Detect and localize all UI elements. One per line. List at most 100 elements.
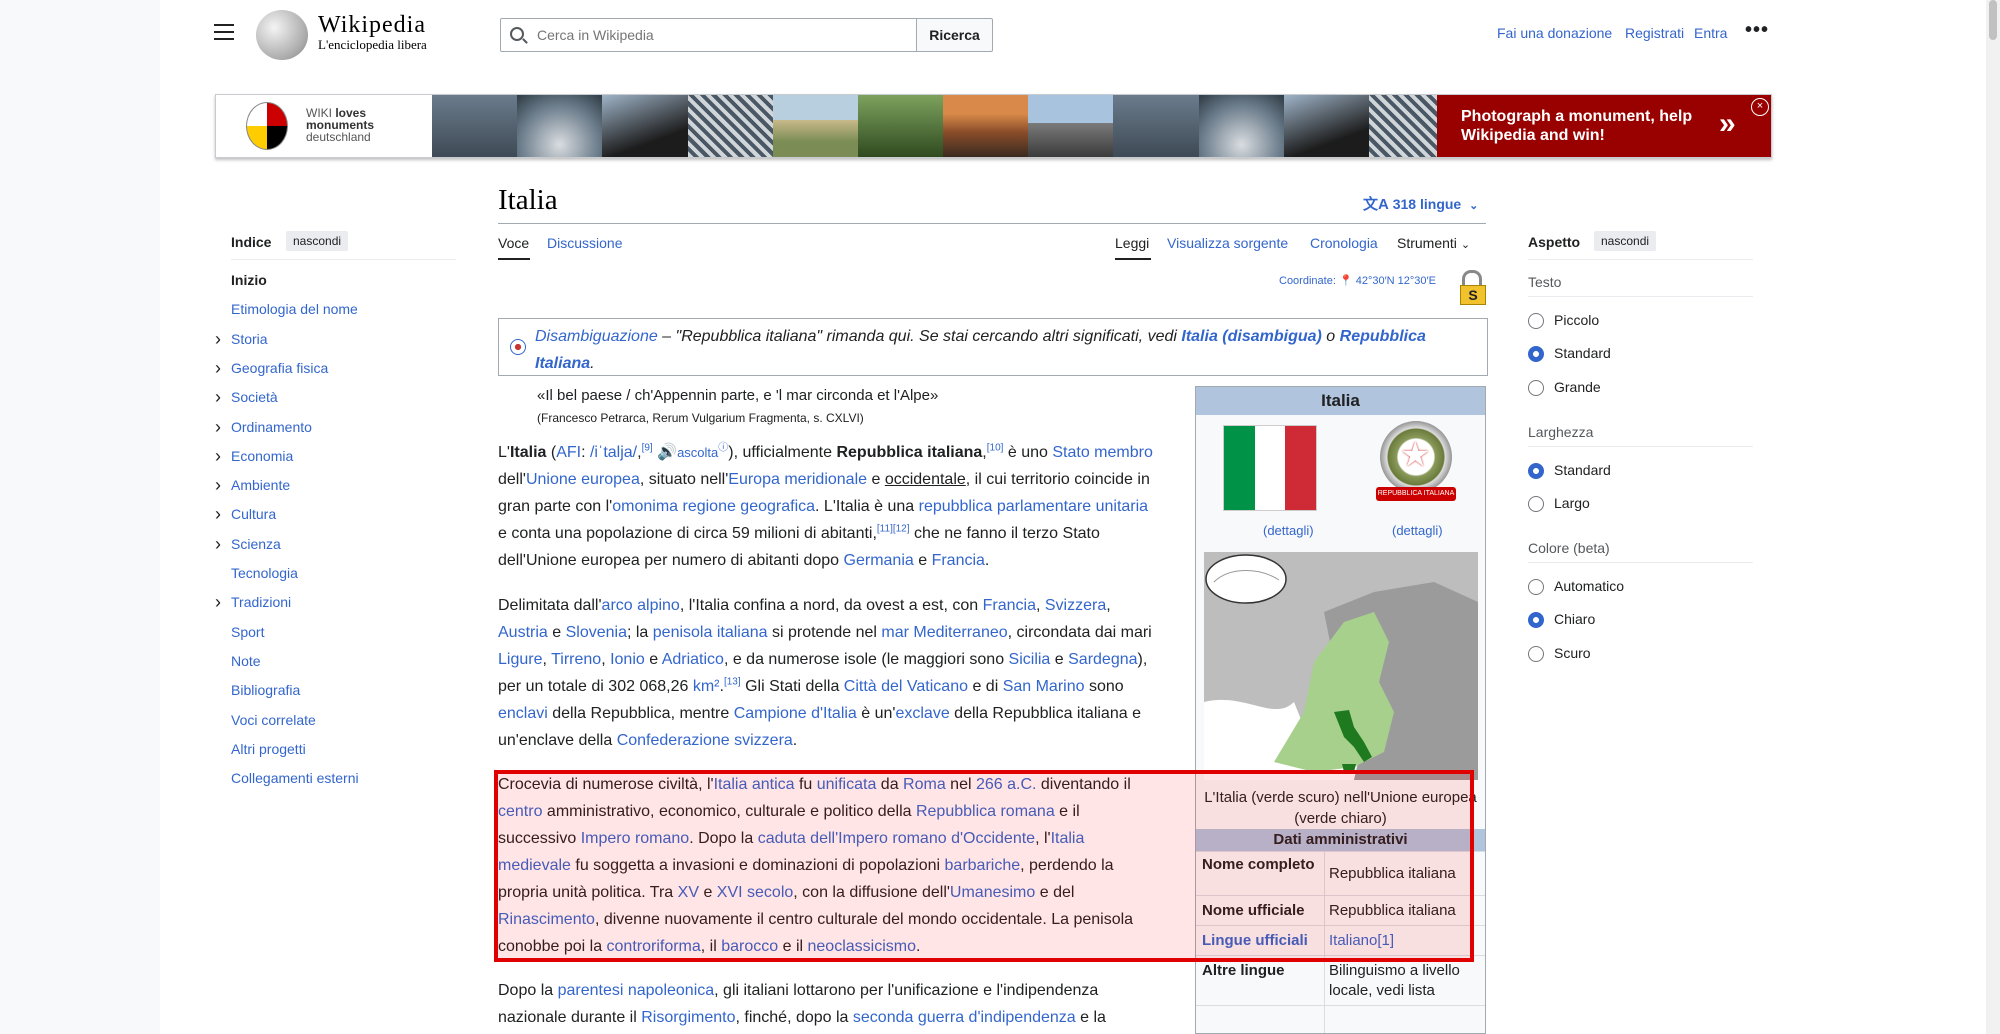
article-link[interactable]: Francia xyxy=(983,597,1036,614)
toc-item[interactable]: Voci correlate xyxy=(231,712,316,728)
article-link[interactable]: Sicilia xyxy=(1009,651,1051,668)
radio-button[interactable] xyxy=(1528,579,1544,595)
epigraph-quote[interactable]: «Il bel paese / ch'Appennin parte, e 'l … xyxy=(537,387,938,404)
chevron-right-icon[interactable]: › xyxy=(215,505,221,523)
toc-item[interactable]: Ambiente xyxy=(231,477,290,493)
wikipedia-globe-logo[interactable] xyxy=(256,10,308,60)
toc-item[interactable]: Sport xyxy=(231,624,264,640)
pronunciation-link[interactable]: /iˈtalja/ xyxy=(590,444,637,461)
tab-leggi[interactable]: Leggi xyxy=(1115,235,1149,251)
locator-map[interactable] xyxy=(1204,552,1478,780)
article-link[interactable]: penisola italiana xyxy=(653,624,768,641)
epigraph-source[interactable]: (Francesco Petrarca, Rerum Vulgarium Fra… xyxy=(537,411,864,425)
tab-discussione[interactable]: Discussione xyxy=(547,235,622,251)
toc-item[interactable]: Geografia fisica xyxy=(231,360,328,376)
article-link[interactable]: exclave xyxy=(895,705,949,722)
chevron-right-icon[interactable]: › xyxy=(215,535,221,553)
article-link[interactable]: repubblica parlamentare unitaria xyxy=(919,498,1148,515)
article-link[interactable]: enclavi xyxy=(498,705,548,722)
article-link[interactable]: Germania xyxy=(844,552,914,569)
article-link[interactable]: Unione europea xyxy=(526,471,640,488)
toc-item[interactable]: Collegamenti esterni xyxy=(231,770,359,786)
ipa-link[interactable]: AFI xyxy=(556,444,581,461)
article-link[interactable]: km² xyxy=(693,678,720,695)
toc-hide-button[interactable]: nascondi xyxy=(286,231,349,251)
semi-protection-lock-icon[interactable]: S xyxy=(1460,270,1486,305)
tab-visualizza-sorgente[interactable]: Visualizza sorgente xyxy=(1167,235,1288,251)
toc-item[interactable]: Tradizioni xyxy=(231,594,291,610)
article-link[interactable]: Risorgimento xyxy=(641,1009,735,1026)
search-button[interactable]: Ricerca xyxy=(916,18,993,52)
more-options-icon[interactable]: ••• xyxy=(1745,20,1769,40)
article-link[interactable]: Slovenia xyxy=(566,624,627,641)
toc-item[interactable]: Ordinamento xyxy=(231,419,312,435)
radio-label[interactable]: Scuro xyxy=(1554,645,1591,661)
close-icon[interactable]: × xyxy=(1751,98,1769,116)
radio-label[interactable]: Largo xyxy=(1554,495,1590,511)
toc-item[interactable]: Bibliografia xyxy=(231,682,300,698)
tools-menu[interactable]: Strumenti ⌄ xyxy=(1397,235,1470,251)
scrollbar-thumb[interactable] xyxy=(1989,0,1997,40)
toc-item[interactable]: Cultura xyxy=(231,506,276,522)
chevron-right-icon[interactable]: › xyxy=(215,330,221,348)
radio-label[interactable]: Piccolo xyxy=(1554,312,1599,328)
article-link[interactable]: Ionio xyxy=(610,651,645,668)
article-link[interactable]: parentesi napoleonica xyxy=(558,982,715,999)
chevron-right-icon[interactable]: › xyxy=(215,418,221,436)
radio-label[interactable]: Automatico xyxy=(1554,578,1624,594)
main-menu-icon[interactable] xyxy=(214,24,234,42)
article-link[interactable]: omonima regione geografica xyxy=(612,498,815,515)
article-link[interactable]: Tirreno xyxy=(551,651,601,668)
flag-details-link[interactable]: (dettagli) xyxy=(1263,523,1314,538)
banner-call-to-action[interactable]: Photograph a monument, help Wikipedia an… xyxy=(1437,95,1771,157)
hatnote-link-italia-disambigua[interactable]: Italia (disambigua) xyxy=(1181,328,1321,345)
chevron-right-icon[interactable]: › xyxy=(215,593,221,611)
article-link[interactable]: Sardegna xyxy=(1068,651,1137,668)
toc-item[interactable]: Note xyxy=(231,653,261,669)
hatnote-link-disambiguazione[interactable]: Disambiguazione xyxy=(535,328,658,345)
article-link[interactable]: seconda guerra d'indipendenza xyxy=(853,1009,1076,1026)
radio-button[interactable] xyxy=(1528,645,1544,662)
radio-label[interactable]: Grande xyxy=(1554,379,1601,395)
article-link[interactable]: Svizzera xyxy=(1045,597,1106,614)
listen-link[interactable]: ascolta xyxy=(677,445,718,460)
article-link[interactable]: San Marino xyxy=(1003,678,1085,695)
language-selector[interactable]: 文A 318 lingue ⌄ xyxy=(1363,193,1478,214)
chevron-right-icon[interactable]: › xyxy=(215,447,221,465)
toc-item[interactable]: Scienza xyxy=(231,536,281,552)
speaker-icon[interactable]: 🔊 xyxy=(657,444,677,461)
search-input[interactable] xyxy=(535,24,909,46)
radio-button[interactable] xyxy=(1528,313,1544,329)
scrollbar[interactable] xyxy=(1986,0,2000,1034)
tab-voce[interactable]: Voce xyxy=(498,235,529,251)
article-link[interactable]: arco alpino xyxy=(602,597,680,614)
radio-button[interactable] xyxy=(1528,379,1544,396)
appearance-hide-button[interactable]: nascondi xyxy=(1594,231,1657,251)
article-link[interactable]: Adriatico xyxy=(662,651,724,668)
coordinates-link[interactable]: 42°30′N 12°30′E xyxy=(1356,275,1436,287)
chevron-right-icon[interactable]: › xyxy=(215,388,221,406)
login-link[interactable]: Entra xyxy=(1694,25,1727,41)
tab-cronologia[interactable]: Cronologia xyxy=(1310,235,1378,251)
toc-item[interactable]: Altri progetti xyxy=(231,741,306,757)
radio-label[interactable]: Standard xyxy=(1554,345,1611,361)
article-link[interactable]: Confederazione svizzera xyxy=(617,732,793,749)
toc-item[interactable]: Storia xyxy=(231,331,268,347)
italian-flag[interactable] xyxy=(1223,425,1317,511)
emblem-details-link[interactable]: (dettagli) xyxy=(1392,523,1443,538)
logo-title[interactable]: Wikipedia xyxy=(318,12,426,39)
double-chevron-right-icon[interactable]: » xyxy=(1719,107,1736,141)
register-link[interactable]: Registrati xyxy=(1625,25,1684,41)
article-link[interactable]: Europa meridionale xyxy=(728,471,867,488)
article-link[interactable]: Stato membro xyxy=(1052,444,1152,461)
radio-label[interactable]: Chiaro xyxy=(1554,611,1595,627)
donate-link[interactable]: Fai una donazione xyxy=(1497,25,1612,41)
chevron-right-icon[interactable]: › xyxy=(215,359,221,377)
chevron-right-icon[interactable]: › xyxy=(215,476,221,494)
article-link[interactable]: Austria xyxy=(498,624,548,641)
article-link[interactable]: mar Mediterraneo xyxy=(881,624,1007,641)
radio-button[interactable] xyxy=(1528,463,1544,479)
campaign-banner[interactable]: WIKI loves monuments deutschland Photogr… xyxy=(215,94,1772,158)
article-link[interactable]: Francia xyxy=(932,552,985,569)
toc-item[interactable]: Etimologia del nome xyxy=(231,301,358,317)
